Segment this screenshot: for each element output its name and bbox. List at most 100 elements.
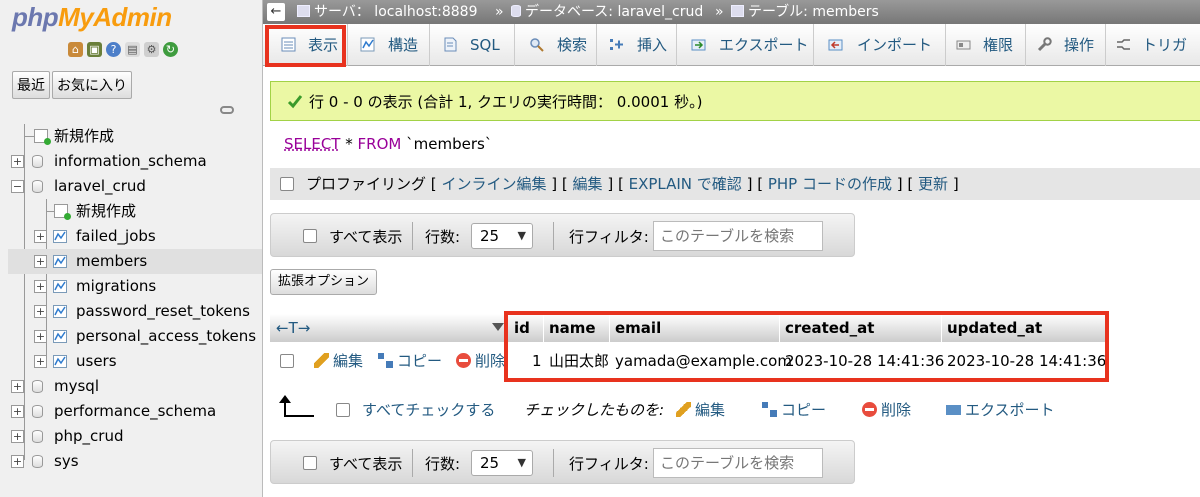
expand-icon[interactable]: + [34, 255, 47, 268]
bulk-export-button[interactable]: エクスポート [946, 395, 1055, 425]
expand-icon[interactable]: + [34, 305, 47, 318]
copy-icon [762, 402, 777, 417]
breadcrumb-table[interactable]: テーブル: members [731, 0, 879, 24]
tab-triggers[interactable]: トリガ [1106, 24, 1200, 66]
reload-icon[interactable]: ↻ [163, 42, 178, 57]
show-all-checkbox[interactable] [303, 229, 317, 243]
expand-icon[interactable]: + [34, 355, 47, 368]
show-all-label: すべて表示 [329, 455, 403, 473]
tab-structure[interactable]: 構造 [348, 24, 430, 66]
row-edit-link[interactable]: 編集 [314, 343, 363, 379]
expand-icon[interactable]: + [11, 380, 24, 393]
divider [412, 449, 413, 477]
link-with-main-icon[interactable] [220, 106, 234, 114]
phpmyadmin-logo[interactable]: phpMyAdmin [12, 2, 222, 36]
tab-operations[interactable]: 操作 [1026, 24, 1106, 66]
checkmark-icon [287, 95, 303, 109]
tree-db-performance-schema[interactable]: + performance_schema [8, 399, 262, 424]
help-icon[interactable]: ? [106, 42, 121, 57]
breadcrumb-database[interactable]: データベース: laravel_crud [511, 0, 703, 24]
tree-label: migrations [76, 277, 157, 295]
caret-down-icon[interactable] [492, 323, 504, 331]
quick-icons: ⌂ ▣ ? ▤ ⚙ ↻ [68, 42, 178, 57]
profiling-bar: プロファイリング [ インライン編集 ] [ 編集 ] [ EXPLAIN で確… [270, 168, 1200, 200]
insert-icon [610, 39, 623, 50]
sql-query[interactable]: SELECT * FROM `members` [270, 124, 1200, 166]
tab-export[interactable]: エクスポート [677, 24, 814, 66]
tab-insert[interactable]: 挿入 [597, 24, 677, 66]
rows-select[interactable]: 25 ▼ [471, 450, 533, 476]
favorites-button[interactable]: お気に入り [52, 71, 132, 99]
row-filter-input[interactable]: このテーブルを検索 [653, 221, 823, 251]
expand-icon[interactable]: + [11, 405, 24, 418]
bracket-close: ] [896, 175, 903, 193]
tree-item-new[interactable]: 新規作成 [8, 124, 262, 149]
database-tree: 新規作成 + information_schema − laravel_crud… [8, 124, 262, 474]
tree-db-php-crud[interactable]: + php_crud [8, 424, 262, 449]
tab-sql[interactable]: SQL [430, 24, 515, 66]
table-icon [53, 330, 67, 343]
tree-table-migrations[interactable]: + migrations [8, 274, 262, 299]
sql-keyword-select[interactable]: SELECT [284, 135, 340, 153]
expand-icon[interactable]: + [11, 455, 24, 468]
profiling-label: プロファイリング [306, 175, 427, 193]
check-all-checkbox[interactable] [336, 403, 350, 417]
tree-item-table-new[interactable]: 新規作成 [8, 199, 262, 224]
row-delete-link[interactable]: 削除 [456, 343, 505, 379]
logo-php: php [12, 2, 59, 32]
settings-icon[interactable]: ⚙ [144, 42, 159, 57]
rows-select[interactable]: 25 ▼ [471, 223, 533, 249]
bulk-edit-button[interactable]: 編集 [676, 395, 725, 425]
tree-table-failed-jobs[interactable]: + failed_jobs [8, 224, 262, 249]
tree-db-sys[interactable]: + sys [8, 449, 262, 474]
tree-label: sys [54, 452, 79, 470]
expand-icon[interactable]: + [11, 155, 24, 168]
edit-link[interactable]: 編集 [573, 175, 603, 193]
tree-db-information-schema[interactable]: + information_schema [8, 149, 262, 174]
show-all-checkbox[interactable] [303, 456, 317, 470]
bracket-close: ] [607, 175, 614, 193]
database-icon [32, 455, 43, 468]
collapse-navigation-icon[interactable]: ← [267, 3, 285, 21]
profiling-links: プロファイリング [ インライン編集 ] [ 編集 ] [ EXPLAIN で確… [306, 168, 959, 200]
tree-table-password-reset-tokens[interactable]: + password_reset_tokens [8, 299, 262, 324]
tab-import[interactable]: インポート [814, 24, 946, 66]
php-code-link[interactable]: PHP コードの作成 [768, 175, 892, 193]
expand-icon[interactable]: + [34, 330, 47, 343]
extended-options-button[interactable]: 拡張オプション [270, 269, 378, 295]
table-icon [53, 280, 67, 293]
profiling-checkbox[interactable] [280, 177, 294, 191]
breadcrumb-server[interactable]: サーバ： localhost:8889 [297, 0, 478, 24]
column-sort-arrows[interactable]: ←T→ [276, 314, 310, 342]
tree-table-users[interactable]: + users [8, 349, 262, 374]
tab-label: 挿入 [637, 36, 668, 54]
home-icon[interactable]: ⌂ [68, 42, 83, 57]
tab-privileges[interactable]: 権限 [946, 24, 1026, 66]
row-filter-input[interactable]: このテーブルを検索 [653, 448, 823, 478]
collapse-icon[interactable]: − [11, 180, 24, 193]
bulk-copy-button[interactable]: コピー [762, 395, 826, 425]
explain-link[interactable]: EXPLAIN で確認 [629, 175, 742, 193]
new-table-icon [54, 204, 71, 220]
expand-icon[interactable]: + [34, 280, 47, 293]
refresh-link[interactable]: 更新 [918, 175, 948, 193]
bulk-delete-button[interactable]: 削除 [862, 395, 911, 425]
expand-icon[interactable]: + [11, 430, 24, 443]
recent-button[interactable]: 最近 [12, 71, 50, 99]
tree-table-members[interactable]: + members [8, 249, 262, 274]
tab-label: インポート [857, 36, 933, 54]
tree-table-personal-access-tokens[interactable]: + personal_access_tokens [8, 324, 262, 349]
row-checkbox[interactable] [280, 354, 294, 368]
tree-label: performance_schema [54, 402, 217, 420]
tree-db-laravel-crud[interactable]: − laravel_crud [8, 174, 262, 199]
row-copy-link[interactable]: コピー [378, 343, 442, 379]
check-all-link[interactable]: すべてチェックする [362, 395, 495, 425]
logout-icon[interactable]: ▣ [87, 42, 102, 57]
inline-edit-link[interactable]: インライン編集 [441, 175, 546, 193]
docs-icon[interactable]: ▤ [125, 42, 140, 57]
bracket-close: ] [952, 175, 959, 193]
tab-search[interactable]: 検索 [515, 24, 597, 66]
bracket-open: [ [561, 175, 568, 193]
tree-db-mysql[interactable]: + mysql [8, 374, 262, 399]
expand-icon[interactable]: + [34, 230, 47, 243]
